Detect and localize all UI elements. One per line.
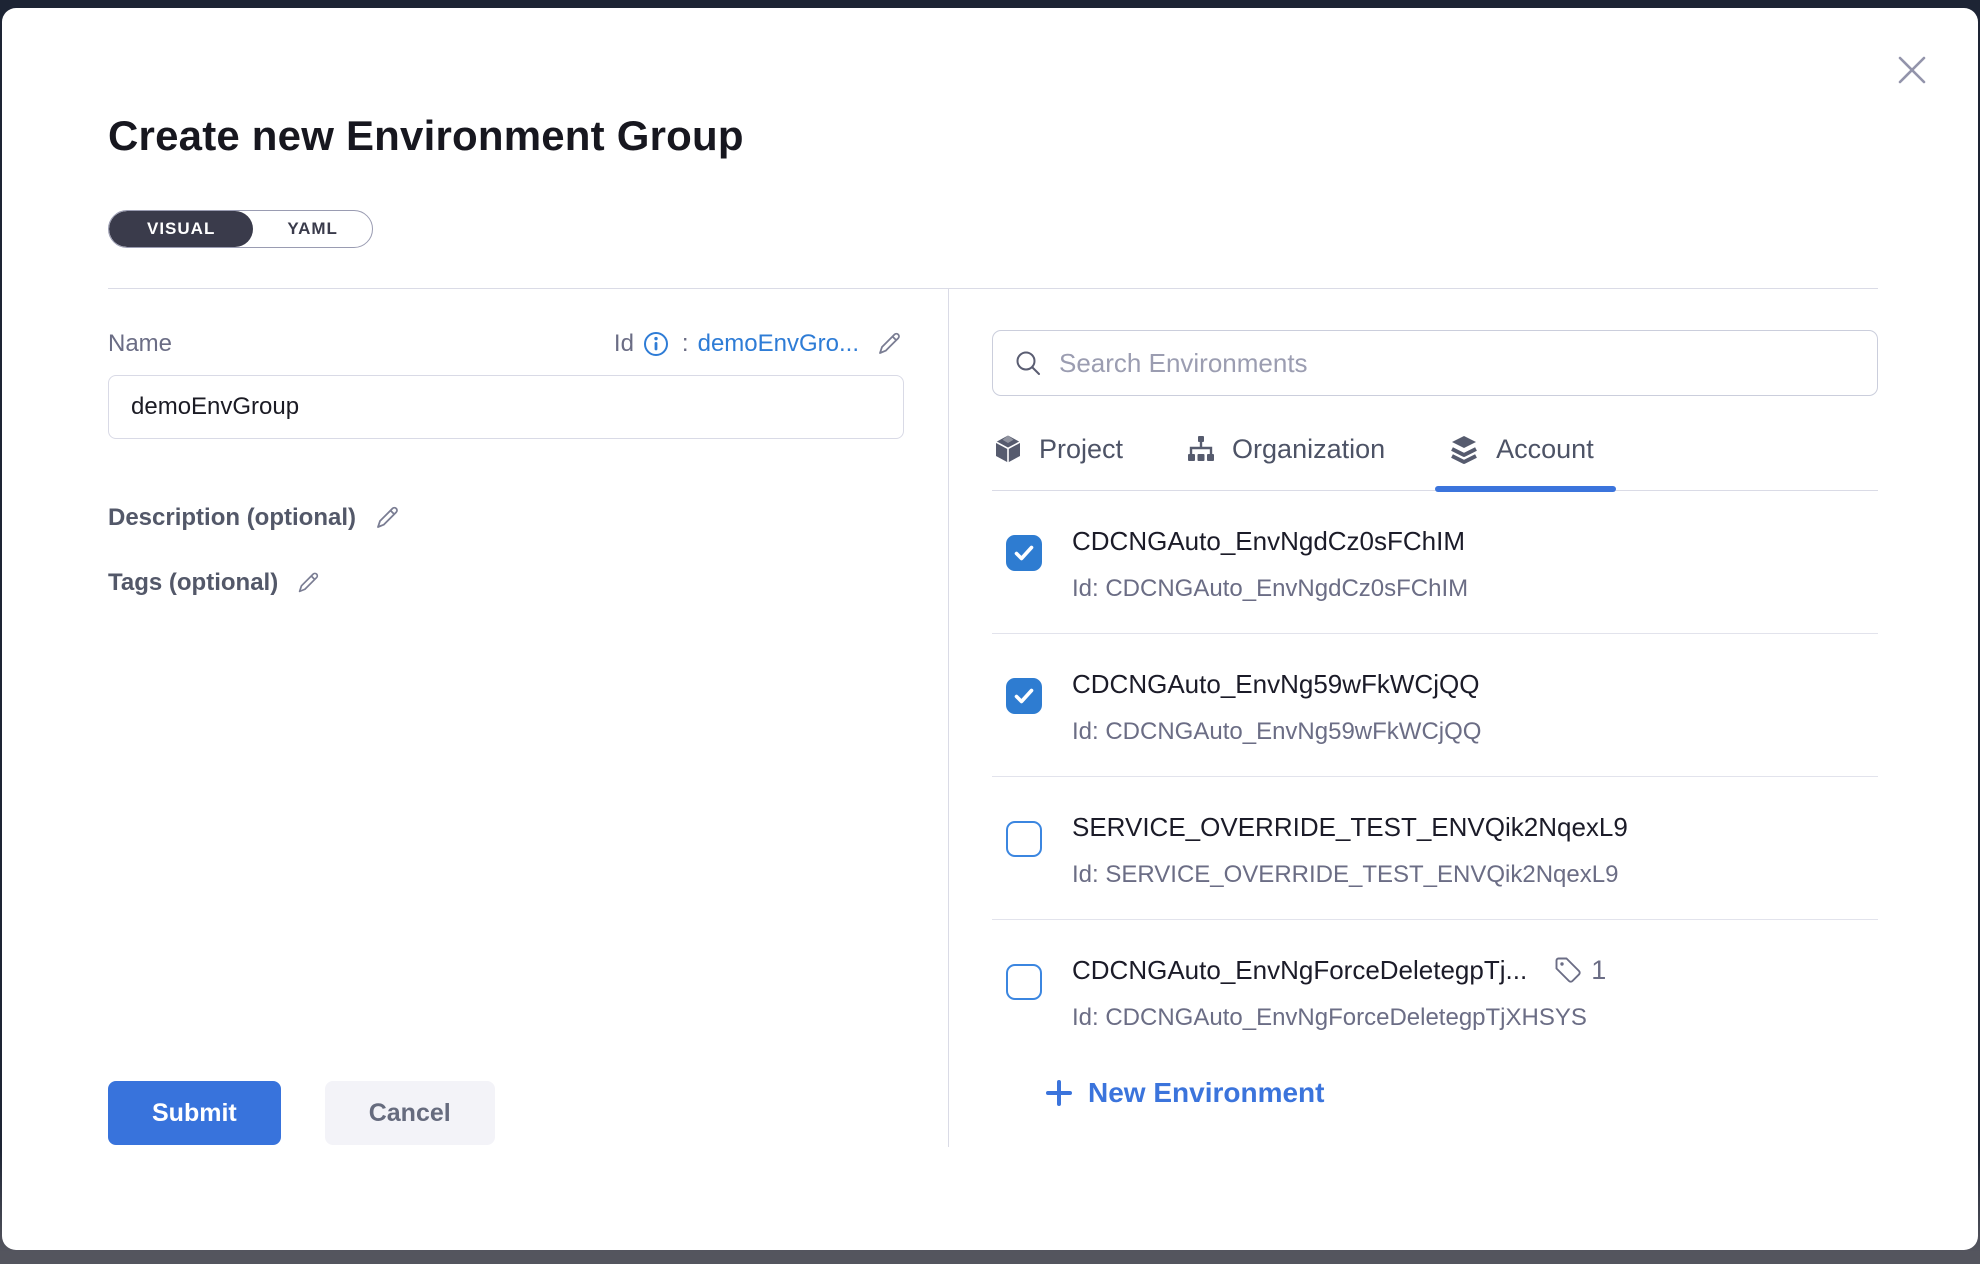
tab-project-label: Project xyxy=(1039,434,1123,465)
modal-body: Name Id : demoEnvGro... xyxy=(108,289,1878,1147)
new-environment-button[interactable]: New Environment xyxy=(1044,1077,1324,1109)
tab-organization[interactable]: Organization xyxy=(1185,432,1389,490)
cube-icon xyxy=(992,433,1024,465)
search-environments-input[interactable] xyxy=(1059,348,1857,379)
search-icon xyxy=(1013,348,1043,378)
tag-badge: 1 xyxy=(1553,955,1606,986)
pencil-icon xyxy=(294,569,322,597)
tags-label: Tags (optional) xyxy=(108,569,278,597)
visual-toggle-button[interactable]: VISUAL xyxy=(109,211,253,247)
environment-text: SERVICE_OVERRIDE_TEST_ENVQik2NqexL9 Id: … xyxy=(1072,811,1878,889)
description-label: Description (optional) xyxy=(108,504,356,532)
new-environment-label: New Environment xyxy=(1088,1077,1324,1109)
edit-id-button[interactable] xyxy=(874,329,904,359)
name-id-row: Name Id : demoEnvGro... xyxy=(108,329,904,359)
tab-account-label: Account xyxy=(1496,434,1594,465)
environment-text: CDCNGAuto_EnvNg59wFkWCjQQ Id: CDCNGAuto_… xyxy=(1072,668,1878,746)
environment-checkbox[interactable] xyxy=(1006,821,1042,857)
environment-list-item[interactable]: SERVICE_OVERRIDE_TEST_ENVQik2NqexL9 Id: … xyxy=(992,777,1878,920)
environment-id: Id: CDCNGAuto_EnvNgdCz0sFChIM xyxy=(1072,575,1878,603)
environment-list-item[interactable]: CDCNGAuto_EnvNgForceDeletegpTj... 1 Id: … xyxy=(992,920,1878,1039)
id-label: Id xyxy=(614,330,634,358)
environment-id: Id: CDCNGAuto_EnvNgForceDeletegpTjXHSYS xyxy=(1072,1004,1878,1032)
name-input[interactable] xyxy=(108,375,904,439)
tab-organization-label: Organization xyxy=(1232,434,1385,465)
environment-id: Id: SERVICE_OVERRIDE_TEST_ENVQik2NqexL9 xyxy=(1072,861,1878,889)
org-chart-icon xyxy=(1185,433,1217,465)
id-separator: : xyxy=(682,330,689,358)
edit-description-button[interactable] xyxy=(372,503,402,533)
cancel-button[interactable]: Cancel xyxy=(325,1081,495,1145)
environment-id: Id: CDCNGAuto_EnvNg59wFkWCjQQ xyxy=(1072,718,1878,746)
layers-icon xyxy=(1447,432,1481,466)
info-icon[interactable] xyxy=(643,331,669,357)
environment-checkbox[interactable] xyxy=(1006,535,1042,571)
environment-list-item[interactable]: CDCNGAuto_EnvNg59wFkWCjQQ Id: CDCNGAuto_… xyxy=(992,634,1878,777)
entity-id-row: Id : demoEnvGro... xyxy=(614,329,904,359)
tab-project[interactable]: Project xyxy=(992,432,1127,490)
entity-id-value[interactable]: demoEnvGro... xyxy=(698,330,859,358)
checkmark-icon xyxy=(1012,684,1036,708)
edit-tags-button[interactable] xyxy=(294,569,322,597)
tag-count: 1 xyxy=(1591,955,1606,986)
environment-name: CDCNGAuto_EnvNgdCz0sFChIM xyxy=(1072,525,1465,557)
environment-list: CDCNGAuto_EnvNgdCz0sFChIM Id: CDCNGAuto_… xyxy=(992,491,1878,1039)
submit-button[interactable]: Submit xyxy=(108,1081,281,1145)
visual-yaml-toggle: VISUAL YAML xyxy=(108,210,373,248)
plus-icon xyxy=(1044,1078,1074,1108)
checkmark-icon xyxy=(1012,541,1036,565)
environment-checkbox[interactable] xyxy=(1006,678,1042,714)
environment-name: CDCNGAuto_EnvNgForceDeletegpTj... xyxy=(1072,954,1527,986)
environment-text: CDCNGAuto_EnvNgdCz0sFChIM Id: CDCNGAuto_… xyxy=(1072,525,1878,603)
pencil-icon xyxy=(372,503,402,533)
form-column: Name Id : demoEnvGro... xyxy=(108,289,948,1147)
environments-panel: Project Organization Account xyxy=(949,289,1878,1147)
close-button[interactable] xyxy=(1888,46,1936,94)
environment-name: SERVICE_OVERRIDE_TEST_ENVQik2NqexL9 xyxy=(1072,811,1628,843)
environment-list-item[interactable]: CDCNGAuto_EnvNgdCz0sFChIM Id: CDCNGAuto_… xyxy=(992,491,1878,634)
close-icon xyxy=(1890,48,1934,92)
tags-row: Tags (optional) xyxy=(108,569,904,597)
scope-tabs: Project Organization Account xyxy=(992,432,1878,491)
yaml-toggle-button[interactable]: YAML xyxy=(253,211,372,247)
action-buttons-row: Submit Cancel xyxy=(108,1081,904,1147)
description-row: Description (optional) xyxy=(108,503,904,533)
create-environment-group-modal: Create new Environment Group VISUAL YAML… xyxy=(2,8,1978,1250)
search-environments-box xyxy=(992,330,1878,396)
environment-text: CDCNGAuto_EnvNgForceDeletegpTj... 1 Id: … xyxy=(1072,954,1878,1032)
modal-title: Create new Environment Group xyxy=(108,112,1878,160)
pencil-icon xyxy=(874,329,904,359)
tag-icon xyxy=(1553,955,1583,985)
name-label: Name xyxy=(108,330,172,358)
environment-name: CDCNGAuto_EnvNg59wFkWCjQQ xyxy=(1072,668,1479,700)
tab-account[interactable]: Account xyxy=(1447,432,1598,490)
environment-checkbox[interactable] xyxy=(1006,964,1042,1000)
